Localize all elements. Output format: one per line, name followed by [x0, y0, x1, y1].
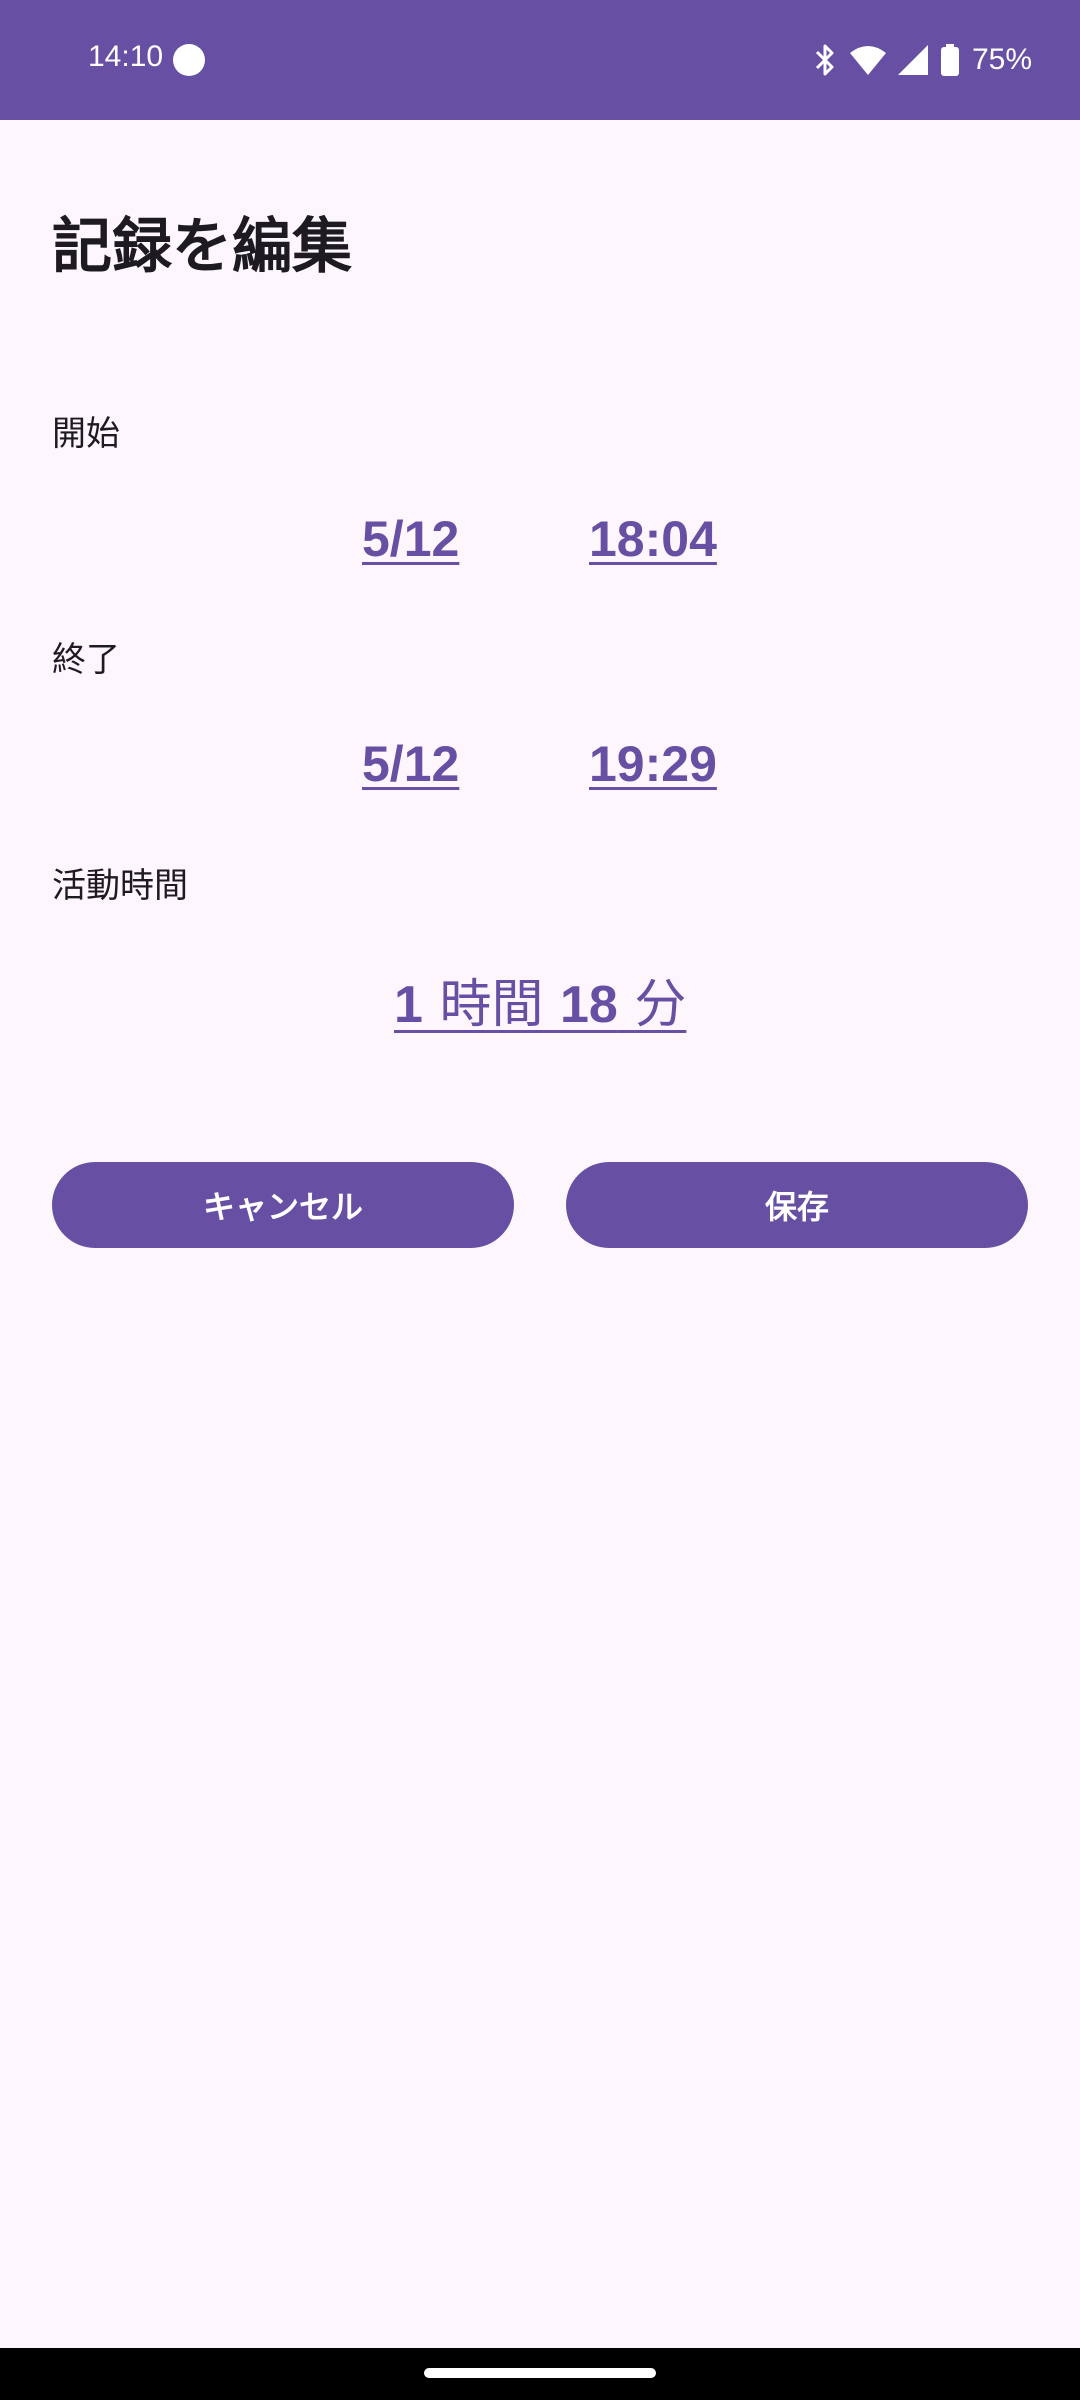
status-time: 14:10: [88, 40, 164, 73]
end-date-link[interactable]: 5/12: [362, 735, 459, 793]
signal-icon: [897, 45, 928, 75]
duration-hours-unit: 時間: [439, 975, 544, 1035]
duration-hours: 1: [394, 976, 423, 1034]
notification-dot-icon: [173, 44, 205, 76]
duration-label: 活動時間: [52, 866, 188, 906]
end-label: 終了: [52, 640, 120, 680]
navigation-bar: [0, 2348, 1080, 2400]
battery-percentage: 75%: [971, 43, 1032, 76]
save-button[interactable]: 保存: [566, 1162, 1028, 1248]
status-bar: 14:10 75%: [0, 0, 1080, 120]
start-time-link[interactable]: 18:04: [589, 510, 717, 568]
start-date-link[interactable]: 5/12: [362, 510, 459, 568]
duration-minutes-unit: 分: [634, 975, 687, 1035]
status-icons: 75%: [812, 38, 1032, 82]
page-title: 記録を編集: [52, 212, 352, 282]
start-label: 開始: [52, 414, 120, 454]
wifi-icon: [849, 45, 886, 75]
end-time-link[interactable]: 19:29: [589, 735, 717, 793]
battery-icon: [940, 44, 960, 76]
duration-link[interactable]: 1 時間 18 分: [394, 962, 686, 1037]
duration-minutes: 18: [560, 976, 618, 1034]
home-handle[interactable]: [424, 2368, 656, 2378]
bluetooth-icon: [812, 43, 838, 77]
cancel-button[interactable]: キャンセル: [52, 1162, 514, 1248]
